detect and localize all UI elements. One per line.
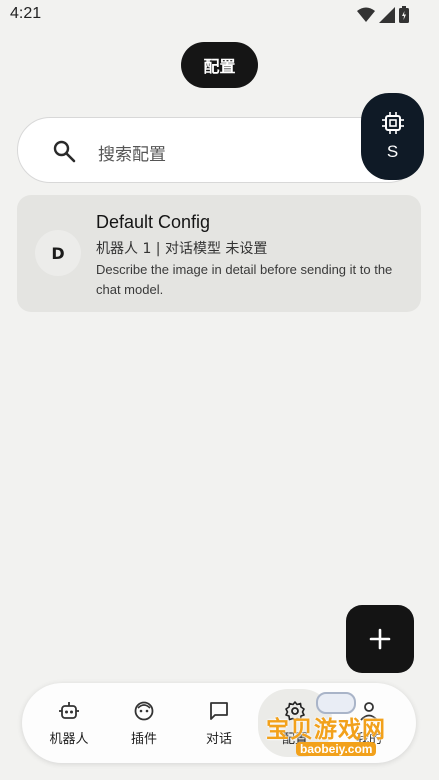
config-card[interactable]: D Default Config 机器人 1 | 对话模型 未设置 Descri… bbox=[17, 195, 421, 312]
model-selector-button[interactable]: S bbox=[361, 93, 424, 180]
nav-label-me: 我的 bbox=[355, 731, 382, 747]
page-title: 配置 bbox=[181, 42, 258, 88]
chat-icon bbox=[210, 701, 228, 720]
nav-label-plugins: 插件 bbox=[130, 731, 157, 747]
nav-item-me[interactable]: 我的 bbox=[332, 683, 406, 763]
status-icons bbox=[357, 6, 409, 23]
nav-label-chat: 对话 bbox=[205, 731, 232, 747]
nav-item-config[interactable]: 配置 bbox=[258, 689, 332, 757]
nav-item-plugins[interactable]: 插件 bbox=[107, 683, 181, 763]
model-selector-label: S bbox=[386, 141, 399, 161]
search-input[interactable]: 搜索配置 bbox=[98, 140, 166, 165]
status-bar: 4:21 bbox=[0, 0, 439, 30]
bottom-nav: 机器人 插件 对话 配置 我的 bbox=[22, 683, 416, 763]
signal-icon bbox=[379, 6, 395, 23]
plugin-icon bbox=[134, 701, 154, 720]
person-icon bbox=[360, 701, 378, 721]
nav-item-robots[interactable]: 机器人 bbox=[32, 683, 106, 763]
chip-icon bbox=[381, 111, 404, 134]
config-title: Default Config bbox=[96, 212, 211, 232]
wifi-icon bbox=[357, 7, 375, 22]
add-config-button[interactable] bbox=[346, 605, 414, 673]
gear-icon bbox=[285, 700, 305, 722]
battery-icon bbox=[399, 6, 409, 23]
config-avatar: D bbox=[35, 230, 81, 276]
config-description: Describe the image in detail before send… bbox=[96, 262, 393, 297]
nav-item-chat[interactable]: 对话 bbox=[182, 683, 256, 763]
config-subtitle: 机器人 1 | 对话模型 未设置 bbox=[96, 241, 268, 257]
search-icon bbox=[53, 140, 76, 163]
nav-label-robots: 机器人 bbox=[49, 731, 89, 747]
robot-icon bbox=[59, 701, 79, 719]
nav-label-config: 配置 bbox=[281, 731, 308, 747]
status-time: 4:21 bbox=[10, 5, 42, 22]
plus-icon bbox=[369, 628, 391, 650]
